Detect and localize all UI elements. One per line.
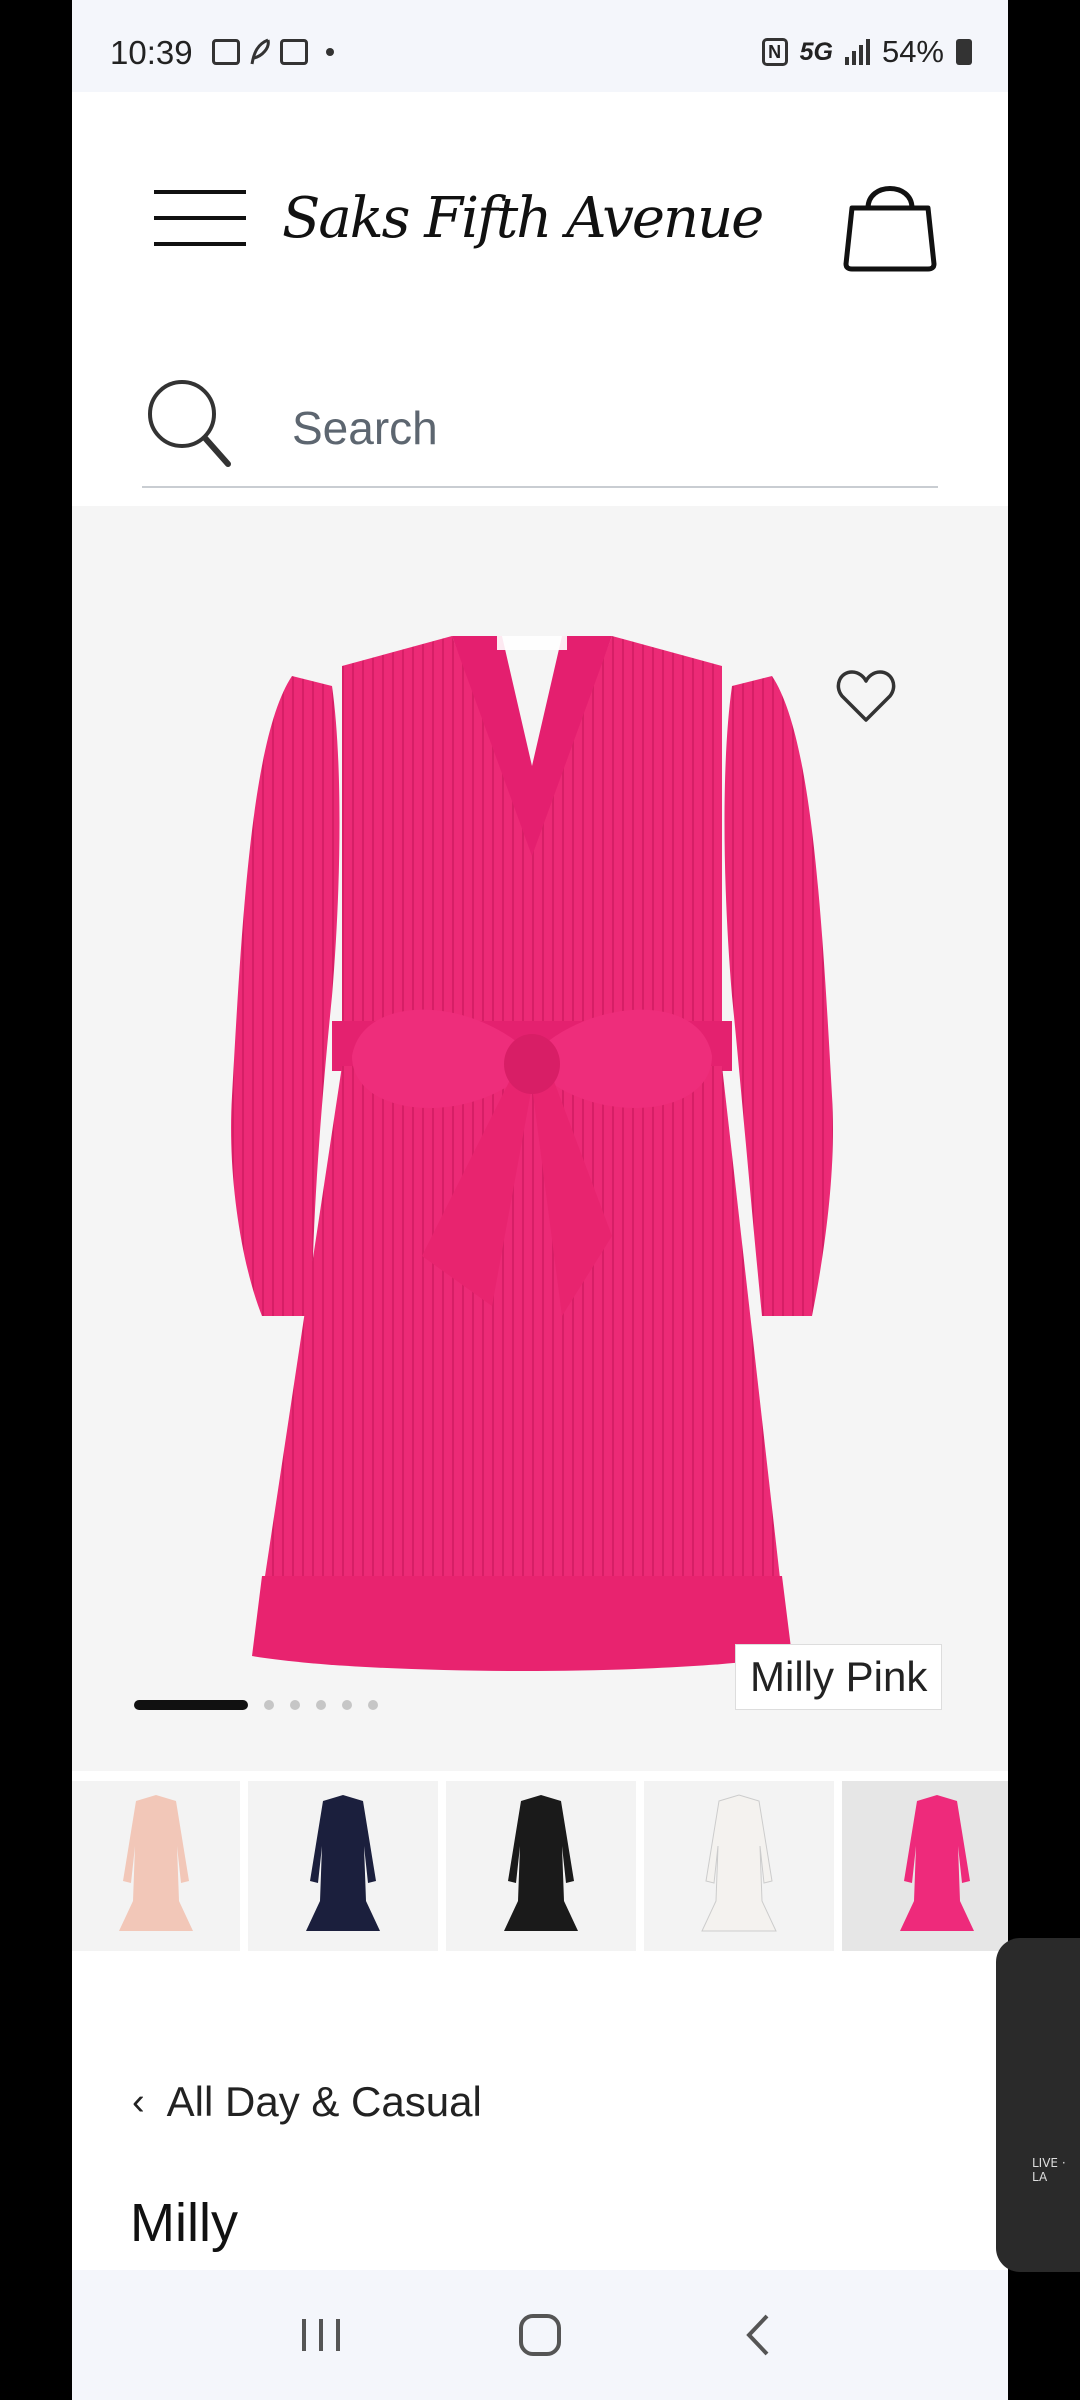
back-icon: [745, 2314, 769, 2356]
signal-icon: [844, 39, 870, 65]
status-time: 10:39: [110, 34, 193, 71]
notification-app-icon: [212, 39, 240, 65]
pagination-dot[interactable]: [290, 1700, 300, 1710]
chevron-left-icon: ‹: [132, 2080, 145, 2123]
search-input[interactable]: [292, 398, 892, 458]
selected-color-label: Milly Pink: [735, 1644, 943, 1710]
pip-label: LIVE · LA: [1032, 2156, 1066, 2184]
more-notifications-dot: [326, 48, 334, 56]
product-image-gallery[interactable]: Milly Pink: [72, 506, 1008, 1771]
swatch-dress-thumbnail: [504, 1795, 578, 1931]
swatch-dress-thumbnail: [306, 1795, 380, 1931]
swatch-dress-thumbnail: [119, 1795, 193, 1931]
recent-apps-icon: [302, 2319, 341, 2351]
image-pagination-dots[interactable]: [134, 1700, 378, 1710]
product-image[interactable]: [222, 616, 842, 1686]
nfc-icon: N: [761, 38, 788, 66]
breadcrumb[interactable]: ‹ All Day & Casual: [132, 2078, 482, 2126]
battery-percent: 54%: [881, 34, 944, 69]
app-screen: 10:39 N 5G 54% Saks Fifth Avenue Search …: [72, 0, 1008, 2400]
battery-icon: [956, 39, 972, 65]
system-status: N 5G 54%: [761, 34, 972, 70]
shopping-bag-icon[interactable]: [842, 172, 938, 272]
breadcrumb-category[interactable]: All Day & Casual: [167, 2078, 482, 2126]
swatch-dress-thumbnail: [900, 1795, 974, 1931]
notification-icons: [212, 38, 334, 66]
pagination-dot[interactable]: [342, 1700, 352, 1710]
home-button[interactable]: [505, 2300, 575, 2370]
notification-app-icon: [280, 39, 308, 65]
site-header: Saks Fifth Avenue: [72, 92, 1008, 332]
search-icon[interactable]: [142, 376, 238, 472]
color-swatch-black[interactable]: [446, 1781, 636, 1951]
back-button[interactable]: [724, 2300, 794, 2370]
swatch-dress-thumbnail: [701, 1794, 777, 1932]
home-icon: [518, 2314, 561, 2356]
pagination-dot-active[interactable]: [134, 1700, 248, 1710]
saks-logo[interactable]: Saks Fifth Avenue: [282, 158, 782, 278]
color-swatch-pink[interactable]: [842, 1781, 1008, 1951]
pagination-dot[interactable]: [368, 1700, 378, 1710]
network-type: 5G: [799, 37, 833, 66]
status-bar: 10:39 N 5G 54%: [72, 0, 1008, 92]
pagination-dot[interactable]: [316, 1700, 326, 1710]
color-swatch-blush[interactable]: [72, 1781, 240, 1951]
color-swatch-white[interactable]: [644, 1781, 834, 1951]
color-swatch-navy[interactable]: [248, 1781, 438, 1951]
color-swatch-row: [72, 1781, 1008, 1951]
picture-in-picture-window[interactable]: LIVE · LA: [996, 1938, 1080, 2272]
menu-icon[interactable]: [154, 190, 246, 246]
feather-icon: [250, 38, 270, 65]
wishlist-heart-icon[interactable]: [836, 668, 896, 724]
product-brand[interactable]: Milly: [130, 2192, 238, 2254]
recent-apps-button[interactable]: [286, 2300, 356, 2370]
system-navigation-bar: [72, 2270, 1008, 2400]
pagination-dot[interactable]: [264, 1700, 274, 1710]
logo-text: Saks Fifth Avenue: [282, 185, 764, 251]
search-bar: [142, 368, 938, 488]
